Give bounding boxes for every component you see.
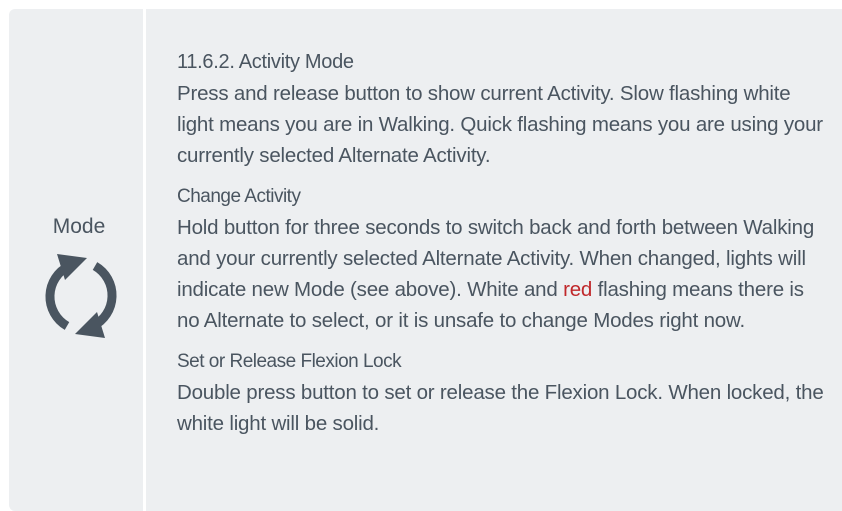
mode-label: Mode: [52, 215, 106, 238]
refresh-cycle-icon: [45, 254, 117, 338]
section-body: Hold button for three seconds to switch …: [177, 212, 827, 336]
sidebar-column: Mode: [9, 9, 143, 511]
column-divider: [143, 9, 146, 511]
section-heading: Set or Release Flexion Lock: [177, 351, 402, 372]
section-flexion-lock: Set or Release Flexion Lock Double press…: [177, 346, 827, 439]
section-change-activity: Change Activity Hold button for three se…: [177, 181, 827, 336]
section-heading: Change Activity: [177, 186, 301, 207]
highlight-red-text: red: [563, 278, 593, 301]
section-body: Press and release button to show current…: [177, 82, 823, 167]
content-area: 11.6.2. Activity Mode Press and release …: [177, 47, 827, 449]
section-body: Double press button to set or release th…: [177, 381, 824, 435]
section-heading: 11.6.2. Activity Mode: [177, 51, 354, 73]
section-activity-mode: 11.6.2. Activity Mode Press and release …: [177, 47, 827, 171]
instruction-card: Mode 11.6.2. Activity Mode Press and rel…: [9, 9, 842, 511]
